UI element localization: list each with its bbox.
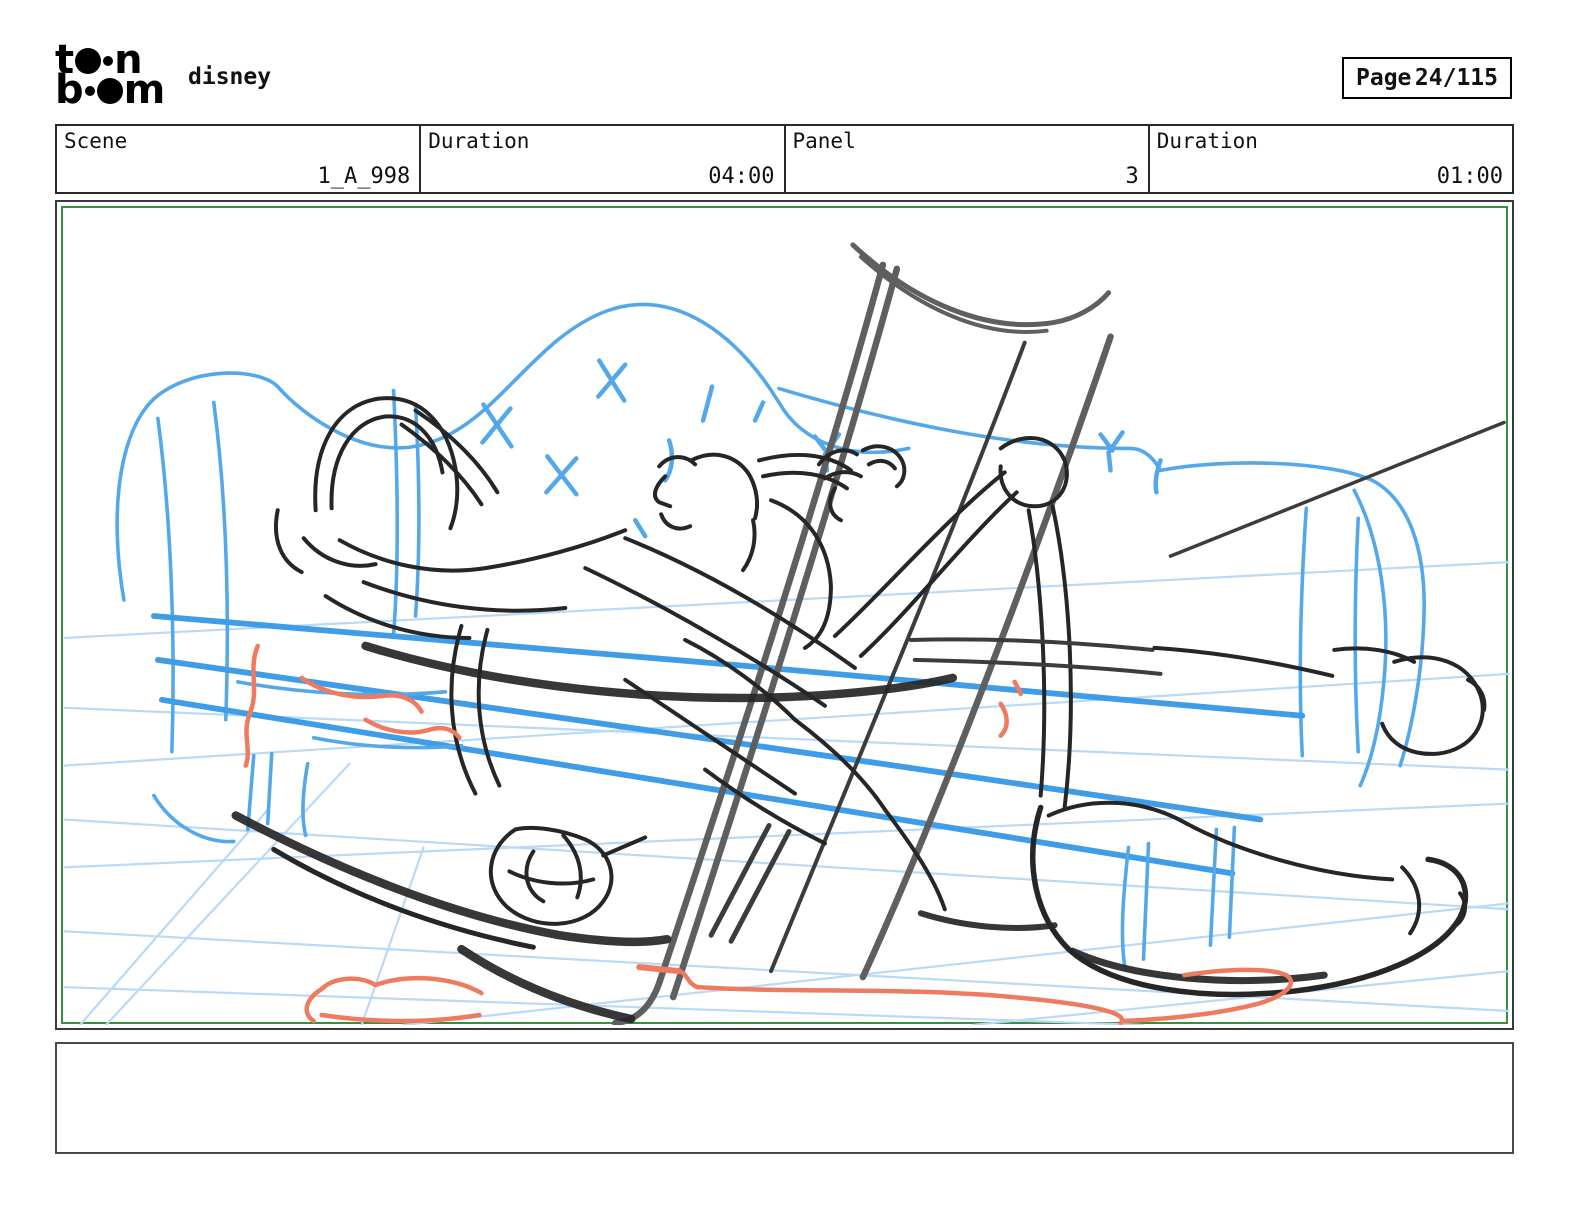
- logo-dot-icon: [96, 78, 123, 104]
- info-cell-panel-duration: Duration 01:00: [1147, 126, 1512, 192]
- info-value: 1_A_998: [317, 164, 411, 189]
- project-title: disney: [188, 64, 272, 90]
- info-label: Duration: [1156, 129, 1258, 153]
- storyboard-page: tn bm disney Page 24/115 Scene 1_A_998 D…: [0, 0, 1584, 1224]
- logo-dot-icon: [103, 56, 114, 66]
- info-label: Scene: [64, 129, 128, 153]
- storyboard-sketch: [64, 242, 1509, 1025]
- logo-letter: m: [123, 67, 166, 113]
- toonboom-logo: tn bm: [55, 40, 190, 113]
- info-value: 01:00: [1436, 164, 1503, 189]
- info-value: 3: [1125, 164, 1139, 189]
- page-indicator: Page 24/115: [1342, 57, 1512, 99]
- logo-letter: b: [55, 67, 84, 113]
- pole-sketch: [611, 242, 1114, 1025]
- page-label: Page: [1356, 65, 1412, 91]
- info-label: Panel: [792, 129, 856, 153]
- info-value: 04:00: [708, 164, 775, 189]
- info-label: Duration: [428, 129, 530, 153]
- page-value: 24/115: [1414, 65, 1498, 91]
- logo-dot-icon: [84, 86, 95, 96]
- storyboard-panel-frame: [55, 200, 1514, 1030]
- info-cell-panel: Panel 3: [783, 126, 1148, 192]
- panel-info-bar: Scene 1_A_998 Duration 04:00 Panel 3 Dur…: [55, 124, 1514, 194]
- info-cell-scene-duration: Duration 04:00: [419, 126, 783, 192]
- camera-frame-border: [61, 206, 1509, 1025]
- info-cell-scene: Scene 1_A_998: [57, 126, 419, 192]
- caption-box: [55, 1042, 1514, 1154]
